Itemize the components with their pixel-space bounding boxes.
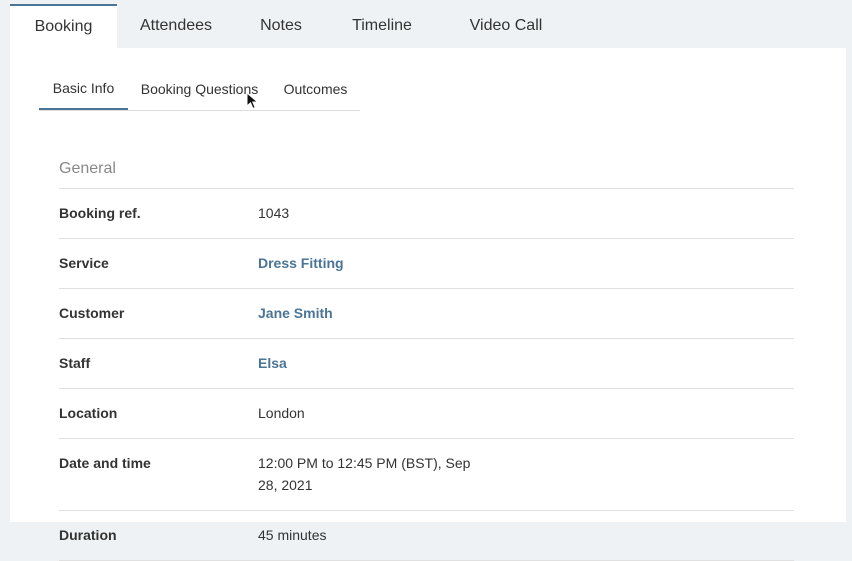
mouse-pointer-icon <box>246 92 259 110</box>
top-tab-bar: Booking Attendees Notes Timeline Video C… <box>10 4 846 48</box>
staff-link[interactable]: Elsa <box>258 352 478 374</box>
detail-label: Staff <box>59 355 91 371</box>
detail-label: Date and time <box>59 455 151 471</box>
tab-attendees[interactable]: Attendees <box>117 4 235 48</box>
detail-row-staff: Staff Elsa <box>59 339 794 389</box>
detail-label: Customer <box>59 305 125 321</box>
detail-row-service: Service Dress Fitting <box>59 239 794 289</box>
sub-tab-bar: Basic Info Booking Questions Outcomes <box>39 72 360 111</box>
subtab-basic-info[interactable]: Basic Info <box>39 72 128 110</box>
detail-row-booking-ref: Booking ref. 1043 <box>59 189 794 239</box>
detail-label: Booking ref. <box>59 205 141 221</box>
tab-booking[interactable]: Booking <box>10 4 117 48</box>
booking-panel: Basic Info Booking Questions Outcomes Ge… <box>10 48 846 561</box>
detail-value: 1043 <box>258 205 290 221</box>
tab-video-call[interactable]: Video Call <box>437 4 575 48</box>
detail-row-date-time: Date and time 12:00 PM to 12:45 PM (BST)… <box>59 439 794 511</box>
tab-timeline[interactable]: Timeline <box>327 4 437 48</box>
detail-value: 45 minutes <box>258 527 327 543</box>
customer-link[interactable]: Jane Smith <box>258 302 478 324</box>
details-list: Booking ref. 1043 Service Dress Fitting … <box>59 188 794 561</box>
detail-value: London <box>258 405 305 421</box>
subtab-outcomes[interactable]: Outcomes <box>271 72 360 110</box>
tab-notes[interactable]: Notes <box>235 4 327 48</box>
service-link[interactable]: Dress Fitting <box>258 252 478 274</box>
detail-value: 12:00 PM to 12:45 PM (BST), Sep 28, 2021 <box>258 455 471 493</box>
detail-label: Duration <box>59 527 117 543</box>
detail-label: Service <box>59 255 109 271</box>
detail-row-duration: Duration 45 minutes <box>59 511 794 561</box>
detail-row-customer: Customer Jane Smith <box>59 289 794 339</box>
detail-row-location: Location London <box>59 389 794 439</box>
section-title: General <box>59 160 116 177</box>
detail-label: Location <box>59 405 118 421</box>
